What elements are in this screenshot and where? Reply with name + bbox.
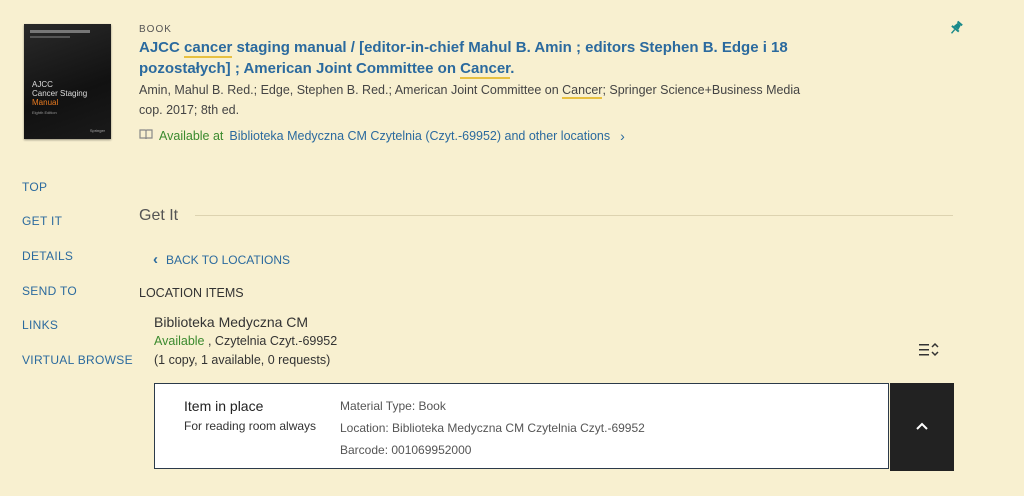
nav-links[interactable]: LINKS	[22, 318, 58, 332]
cover-title-line: Manual	[32, 98, 59, 107]
status-location: , Czytelnia Czyt.-69952	[204, 334, 338, 348]
availability-location: Biblioteka Medyczna CM Czytelnia (Czyt.-…	[229, 129, 611, 143]
library-name: Biblioteka Medyczna CM	[154, 314, 309, 330]
cover-title-line: Cancer Staging	[32, 89, 88, 98]
cover-title: AJCC Cancer Staging Manual	[32, 80, 102, 107]
authors-text: ; Springer Science+Business Media	[602, 83, 801, 97]
title-highlight: cancer	[184, 39, 233, 58]
title-text: AJCC	[139, 39, 185, 56]
chevron-left-icon: ‹	[153, 251, 158, 268]
chevron-right-icon: ›	[620, 128, 625, 144]
sort-filter-icon[interactable]	[918, 341, 940, 359]
availability-status: Available at	[159, 129, 224, 143]
book-cover-thumbnail[interactable]: AJCC Cancer Staging Manual Eighth Editio…	[24, 24, 111, 139]
record-authors: Amin, Mahul B. Red.; Edge, Stephen B. Re…	[139, 80, 859, 120]
chevron-up-icon	[915, 418, 929, 436]
resource-type-label: BOOK	[139, 24, 172, 35]
title-text: .	[510, 60, 515, 77]
item-barcode: Barcode: 001069952000	[340, 443, 472, 457]
nav-virtual-browse[interactable]: VIRTUAL BROWSE	[22, 353, 133, 367]
status-available: Available	[154, 334, 205, 348]
authors-text: Amin, Mahul B. Red.; Edge, Stephen B. Re…	[139, 83, 563, 97]
cover-edition: Eighth Edition	[32, 110, 57, 115]
record-edition: cop. 2017; 8th ed.	[139, 103, 240, 117]
collapse-item-button[interactable]	[890, 383, 954, 471]
pin-icon[interactable]	[948, 20, 964, 36]
book-icon	[139, 129, 153, 143]
item-status: Item in place	[184, 398, 264, 414]
back-label: BACK TO LOCATIONS	[166, 252, 291, 267]
copies-summary: (1 copy, 1 available, 0 requests)	[154, 353, 331, 367]
item-card: Item in place For reading room always Ma…	[154, 383, 889, 469]
section-title: Get It	[139, 207, 179, 224]
cover-publisher: Springer	[89, 128, 105, 133]
item-material-type: Material Type: Book	[340, 399, 446, 413]
location-items-heading: LOCATION ITEMS	[139, 286, 244, 300]
item-policy: For reading room always	[184, 419, 317, 433]
nav-top[interactable]: TOP	[22, 180, 47, 194]
location-status: Available , Czytelnia Czyt.-69952	[154, 334, 337, 348]
cover-title-line: AJCC	[32, 80, 53, 89]
authors-highlight: Cancer	[562, 83, 603, 99]
availability-link[interactable]: Available at Biblioteka Medyczna CM Czyt…	[139, 128, 625, 144]
back-to-locations-link[interactable]: ‹ BACK TO LOCATIONS	[153, 251, 290, 268]
cover-decoration	[30, 36, 70, 38]
nav-get-it[interactable]: GET IT	[22, 214, 62, 228]
cover-decoration	[30, 30, 90, 33]
title-highlight: Cancer	[460, 60, 511, 79]
nav-send-to[interactable]: SEND TO	[22, 284, 77, 298]
nav-details[interactable]: DETAILS	[22, 249, 73, 263]
record-title-link[interactable]: AJCC cancer staging manual / [editor-in-…	[139, 37, 839, 79]
item-location: Location: Biblioteka Medyczna CM Czyteln…	[340, 421, 645, 435]
section-divider	[195, 215, 953, 216]
